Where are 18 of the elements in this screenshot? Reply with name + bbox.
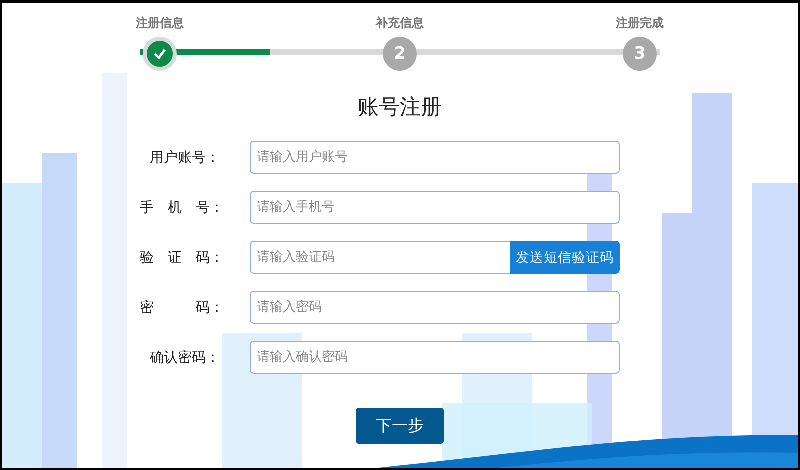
send-code-button[interactable]: 发送短信验证码 xyxy=(510,241,620,274)
input-field[interactable]: 请输入密码 xyxy=(250,291,620,324)
field-label: 密 码： xyxy=(140,298,220,316)
input-field[interactable]: 请输入验证码 xyxy=(250,241,510,274)
step-label: 补充信息 xyxy=(376,15,424,31)
field-label: 用户账号： xyxy=(149,148,220,166)
input-field[interactable]: 请输入用户账号 xyxy=(250,141,620,174)
next-button[interactable]: 下一步 xyxy=(356,408,444,444)
field-label: 手 机 号： xyxy=(140,198,220,216)
step-label: 注册信息 xyxy=(136,15,184,31)
step-label: 注册完成 xyxy=(616,15,664,31)
field-label: 确认密码： xyxy=(149,348,220,366)
input-field[interactable]: 请输入手机号 xyxy=(250,191,620,224)
step-number: 3 xyxy=(623,37,657,71)
field-label: 验 证 码： xyxy=(140,248,220,266)
page-title: 账号注册 xyxy=(358,94,442,121)
input-field[interactable]: 请输入确认密码 xyxy=(250,341,620,374)
step-number: 2 xyxy=(383,37,417,71)
